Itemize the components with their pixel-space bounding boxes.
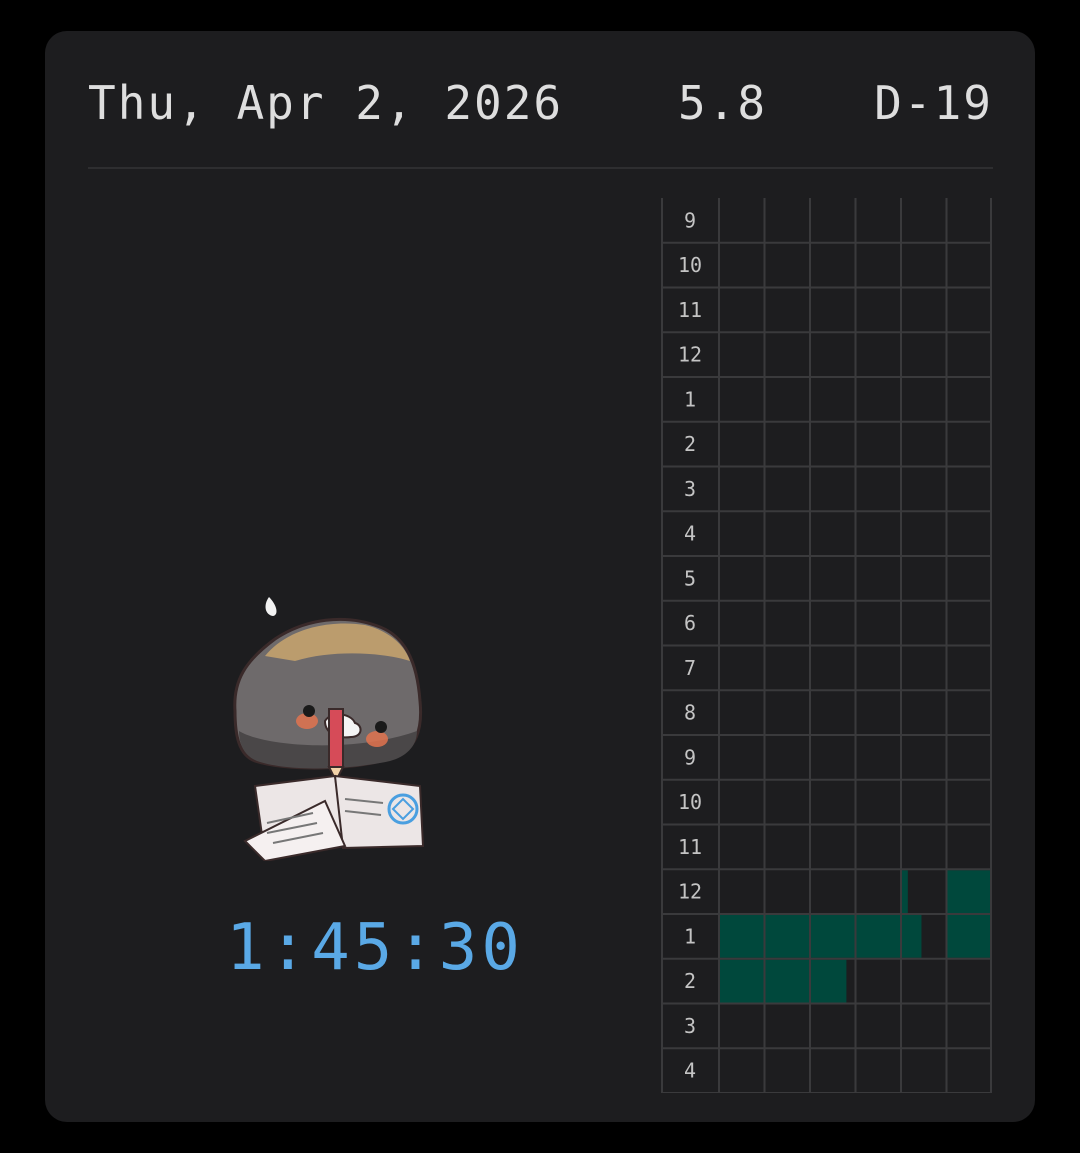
hour-label: 2 — [684, 969, 696, 993]
hour-label: 7 — [684, 656, 696, 680]
hour-label: 9 — [684, 745, 696, 769]
d-day-counter: D-19 — [874, 76, 993, 130]
hour-label: 11 — [678, 835, 702, 859]
study-block — [764, 959, 810, 1003]
hour-label: 12 — [678, 343, 702, 367]
study-timer-card: Thu, Apr 2, 2026 5.8 D-19 1:45:30 9 10 1… — [45, 31, 1035, 1122]
hour-label: 4 — [684, 1059, 696, 1083]
study-block — [810, 959, 847, 1003]
score-value: 5.8 — [678, 76, 768, 130]
study-block — [901, 870, 908, 913]
hour-label: 10 — [678, 253, 702, 277]
study-block — [946, 870, 992, 913]
studying-rock-character-icon — [205, 561, 475, 863]
date-label: Thu, Apr 2, 2026 — [88, 76, 564, 130]
hour-label: 4 — [684, 522, 696, 546]
study-block — [855, 915, 901, 958]
hour-label: 6 — [684, 611, 696, 635]
study-block — [901, 915, 922, 958]
hour-label: 5 — [684, 566, 696, 590]
study-block — [810, 915, 856, 958]
study-block — [946, 915, 992, 958]
hour-label: 8 — [684, 701, 696, 725]
hour-label: 1 — [684, 924, 696, 948]
study-block — [719, 915, 765, 958]
hour-label: 3 — [684, 1014, 696, 1038]
hour-label: 3 — [684, 477, 696, 501]
hour-label: 12 — [678, 880, 702, 904]
header-divider — [88, 167, 993, 169]
hour-label: 10 — [678, 790, 702, 814]
hour-label: 11 — [678, 298, 702, 322]
study-timer: 1:45:30 — [226, 911, 524, 985]
study-time-grid: 9 10 11 12 1 2 3 4 5 6 7 8 9 10 11 12 1 2 3 4 — [661, 198, 992, 1093]
header: Thu, Apr 2, 2026 5.8 D-19 — [88, 75, 993, 131]
study-block — [764, 915, 810, 958]
study-block — [719, 959, 765, 1003]
hour-label: 1 — [684, 387, 696, 411]
hour-label: 2 — [684, 432, 696, 456]
hour-label: 9 — [684, 208, 696, 232]
